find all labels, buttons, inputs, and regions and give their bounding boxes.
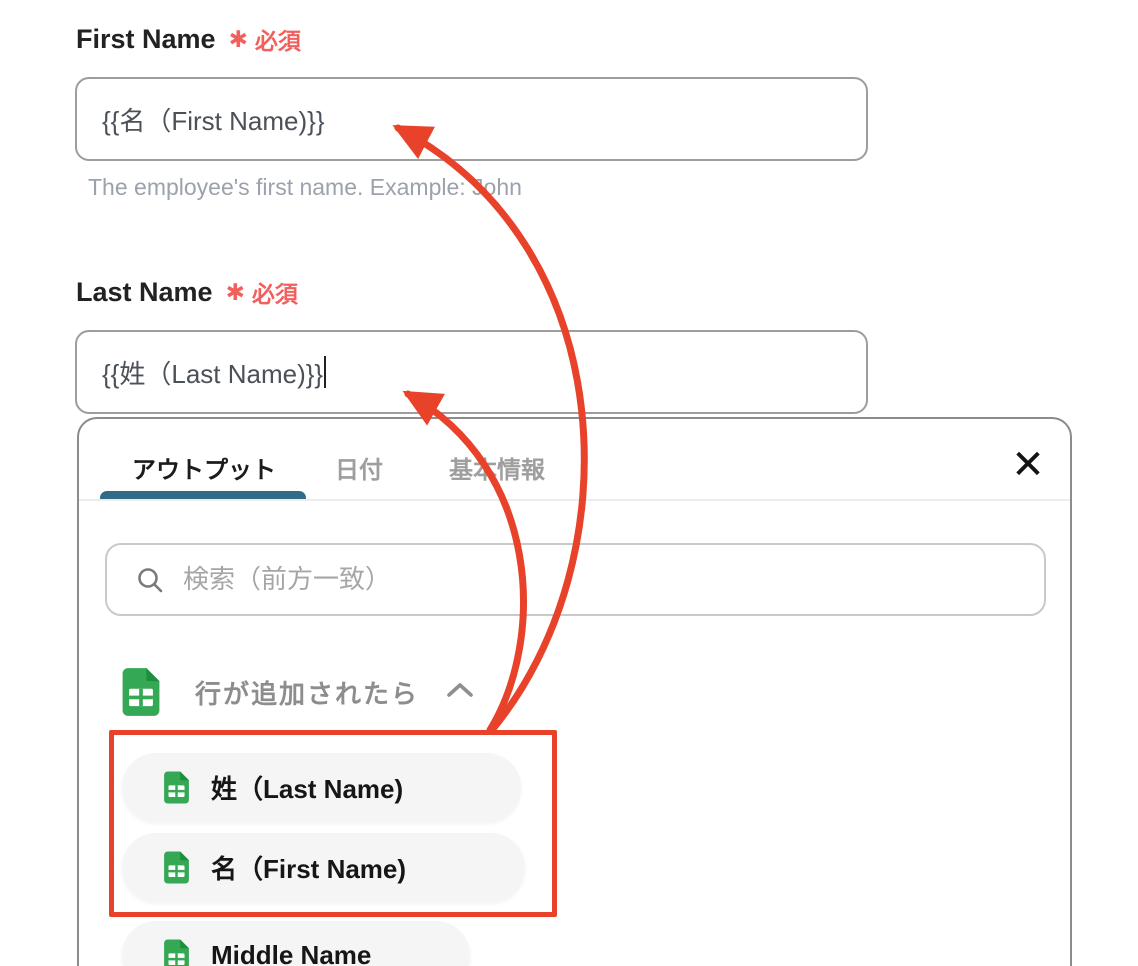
required-badge: 必須: [254, 28, 301, 54]
google-sheets-icon: [159, 770, 194, 805]
tabs-divider: [79, 499, 1070, 501]
last-name-input[interactable]: {{姓（Last Name)}}: [75, 330, 868, 414]
variable-item-middle-name[interactable]: Middle Name: [122, 921, 470, 966]
tab-basic-info[interactable]: 基本情報: [449, 450, 545, 485]
google-sheets-icon: [159, 850, 194, 885]
first-name-input-value: {{名（First Name)}}: [102, 105, 325, 136]
search-box[interactable]: [105, 543, 1046, 616]
close-icon[interactable]: ✕: [1004, 441, 1052, 489]
trigger-group-label: 行が追加されたら: [195, 678, 420, 709]
variable-item-first-name[interactable]: 名（First Name): [122, 833, 525, 902]
search-input[interactable]: [181, 563, 1044, 596]
tab-output[interactable]: アウトプット: [132, 450, 276, 485]
variable-item-label: 姓（Last Name): [211, 774, 404, 804]
variable-picker-panel: アウトプット 日付 基本情報 ✕ 行: [77, 417, 1072, 966]
required-asterisk-icon: ✱: [228, 25, 248, 52]
variable-item-label: Middle Name: [211, 940, 372, 966]
google-sheets-icon: [115, 666, 167, 718]
required-asterisk-icon: ✱: [225, 278, 245, 305]
variable-item-label: 名（First Name): [211, 854, 407, 884]
label-text: Last Name: [76, 276, 213, 307]
text-cursor: [324, 356, 327, 388]
first-name-input[interactable]: {{名（First Name)}}: [75, 77, 868, 161]
required-badge: 必須: [251, 281, 298, 307]
first-name-helper-text: The employee's first name. Example: John: [88, 174, 522, 200]
tab-date[interactable]: 日付: [335, 450, 383, 485]
search-icon: [135, 565, 165, 595]
chevron-up-icon[interactable]: [445, 681, 475, 704]
variable-item-last-name[interactable]: 姓（Last Name): [122, 753, 521, 822]
last-name-input-value: {{姓（Last Name)}}: [102, 358, 324, 389]
field-label-first-name: First Name ✱ 必須: [76, 22, 301, 56]
field-label-last-name: Last Name ✱ 必須: [76, 275, 298, 309]
trigger-group-header[interactable]: 行が追加されたら: [115, 666, 475, 718]
page: First Name ✱ 必須 {{名（First Name)}} The em…: [0, 0, 1138, 966]
google-sheets-icon: [159, 938, 194, 966]
label-text: First Name: [76, 23, 216, 54]
